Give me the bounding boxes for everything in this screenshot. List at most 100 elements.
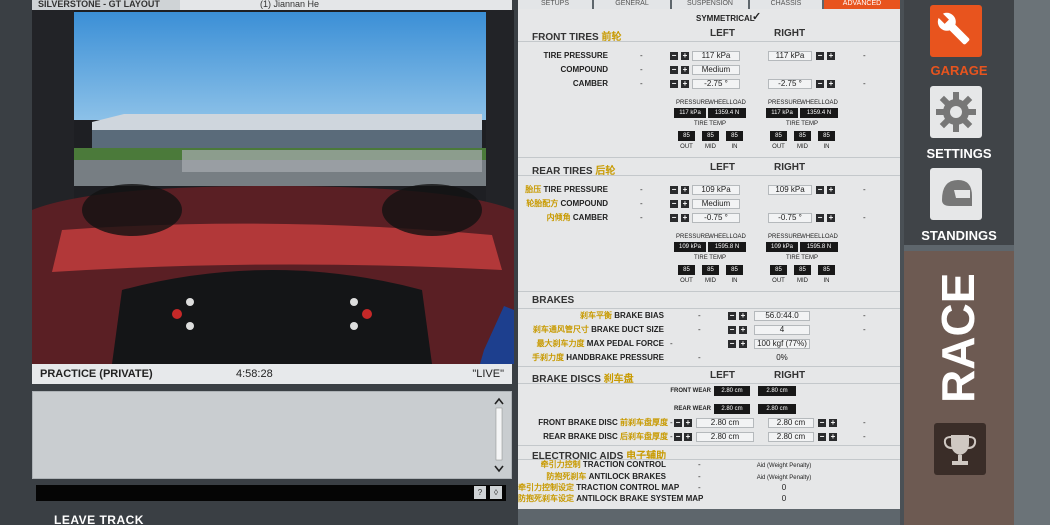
dash: -	[863, 213, 866, 222]
pressure-label: PRESSURE	[768, 100, 802, 106]
minus-button[interactable]: −	[818, 433, 826, 441]
front-right-camber: -2.75 °	[768, 79, 812, 89]
plus-button[interactable]: +	[681, 80, 689, 88]
wheelload-value: 1595.8 N	[800, 242, 838, 252]
front-right-header: RIGHT	[774, 28, 806, 39]
race-label-graphic: RACE	[932, 275, 984, 403]
dash: -	[698, 325, 701, 334]
disc-right-header: RIGHT	[774, 370, 806, 381]
plus-button[interactable]: +	[829, 433, 837, 441]
chat-option-icon[interactable]: ?	[474, 486, 486, 499]
minus-button[interactable]: −	[816, 214, 824, 222]
wear-label: FRONT WEAR	[670, 388, 711, 394]
wheelload-label: WHEELLOAD	[708, 234, 746, 240]
minus-button[interactable]: −	[816, 80, 824, 88]
pressure-value: 109 kPa	[674, 242, 706, 252]
brake-bias-value: 56.0:44.0	[754, 311, 810, 321]
tab-advanced[interactable]: ADVANCED	[824, 0, 900, 9]
tab-general[interactable]: GENERAL	[594, 0, 670, 9]
minus-button[interactable]: −	[728, 340, 736, 348]
setting-label: CAMBER	[572, 79, 608, 88]
minus-button[interactable]: −	[728, 326, 736, 334]
settings-button[interactable]	[930, 86, 982, 138]
plus-button[interactable]: +	[681, 214, 689, 222]
tire-temp-label: TIRE TEMP	[786, 121, 818, 127]
plus-button[interactable]: +	[681, 66, 689, 74]
trophy-button[interactable]	[934, 423, 986, 475]
disc-left-header: LEFT	[710, 370, 735, 381]
minus-button[interactable]: −	[670, 214, 678, 222]
setting-label: 轮胎配方 COMPOUND	[526, 199, 608, 208]
tab-suspension[interactable]: SUSPENSION	[672, 0, 748, 9]
helmet-icon	[942, 180, 972, 206]
temp-out: 85	[770, 131, 787, 141]
setting-label: 刹车通风管尺寸 BRAKE DUCT SIZE	[532, 325, 664, 334]
plus-button[interactable]: +	[827, 80, 835, 88]
temp-out: 85	[770, 265, 787, 275]
tab-setups[interactable]: SETUPS	[518, 0, 592, 9]
plus-button[interactable]: +	[684, 419, 692, 427]
dash: -	[863, 311, 866, 320]
onboard-camera-view	[32, 10, 514, 364]
setting-label: 手刹力度 HANDBRAKE PRESSURE	[531, 353, 664, 362]
plus-button[interactable]: +	[684, 433, 692, 441]
minus-button[interactable]: −	[670, 200, 678, 208]
race-panel[interactable]: RACE	[904, 251, 1014, 525]
minus-button[interactable]: −	[728, 312, 736, 320]
chat-input[interactable]	[36, 485, 506, 501]
standings-button[interactable]	[930, 168, 982, 220]
advanced-setup-panel: SYMMETRICAL ✓ FRONT TIRES 前轮 LEFT RIGHT …	[518, 9, 900, 509]
dash: -	[698, 311, 701, 320]
dash: -	[863, 51, 866, 60]
zone-out: OUT	[680, 144, 693, 150]
zone-in: IN	[731, 144, 738, 150]
minus-button[interactable]: −	[816, 186, 824, 194]
minus-button[interactable]: −	[674, 433, 682, 441]
plus-button[interactable]: +	[681, 186, 689, 194]
temp-in: 85	[818, 131, 835, 141]
chat-log[interactable]	[32, 391, 512, 479]
temp-out: 85	[678, 265, 695, 275]
plus-button[interactable]: +	[827, 214, 835, 222]
garage-button[interactable]	[930, 5, 982, 57]
minus-button[interactable]: −	[670, 66, 678, 74]
chat-filter-icon[interactable]: ◊	[490, 486, 502, 499]
zone-out: OUT	[680, 278, 693, 284]
race-label: RACE	[932, 275, 984, 403]
leave-track-button[interactable]: LEAVE TRACK	[54, 513, 144, 525]
minus-button[interactable]: −	[670, 52, 678, 60]
cockpit-view-image	[32, 10, 514, 364]
driver-label: (1) Jiannan He	[180, 0, 512, 10]
chat-scrollbar[interactable]	[493, 396, 505, 474]
tab-chassis[interactable]: CHASSIS	[750, 0, 822, 9]
minus-button[interactable]: −	[670, 186, 678, 194]
zone-in: IN	[823, 144, 830, 150]
zone-in: IN	[823, 278, 830, 284]
wheelload-value: 1359.4 N	[708, 108, 746, 118]
plus-button[interactable]: +	[739, 312, 747, 320]
plus-button[interactable]: +	[827, 52, 835, 60]
rear-right-pressure: 109 kPa	[768, 185, 812, 195]
zone-mid: MID	[797, 144, 808, 150]
minus-button[interactable]: −	[816, 52, 824, 60]
divider	[518, 383, 900, 384]
wheelload-label: WHEELLOAD	[708, 100, 746, 106]
plus-button[interactable]: +	[739, 340, 747, 348]
plus-button[interactable]: +	[681, 52, 689, 60]
front-left-disc: 2.80 cm	[696, 418, 754, 428]
front-right-pressure: 117 kPa	[768, 51, 812, 61]
wheelload-value: 1595.8 N	[708, 242, 746, 252]
plus-button[interactable]: +	[827, 186, 835, 194]
minus-button[interactable]: −	[670, 80, 678, 88]
symmetrical-checkbox[interactable]: ✓	[752, 12, 761, 23]
plus-button[interactable]: +	[739, 326, 747, 334]
minus-button[interactable]: −	[674, 419, 682, 427]
setting-label: 防抱死刹车 ANTILOCK BRAKES	[546, 472, 666, 481]
plus-button[interactable]: +	[829, 419, 837, 427]
divider	[518, 291, 900, 292]
minus-button[interactable]: −	[818, 419, 826, 427]
dash: -	[698, 494, 701, 503]
plus-button[interactable]: +	[681, 200, 689, 208]
wear-label: REAR WEAR	[674, 406, 711, 412]
rear-right-disc: 2.80 cm	[768, 432, 814, 442]
